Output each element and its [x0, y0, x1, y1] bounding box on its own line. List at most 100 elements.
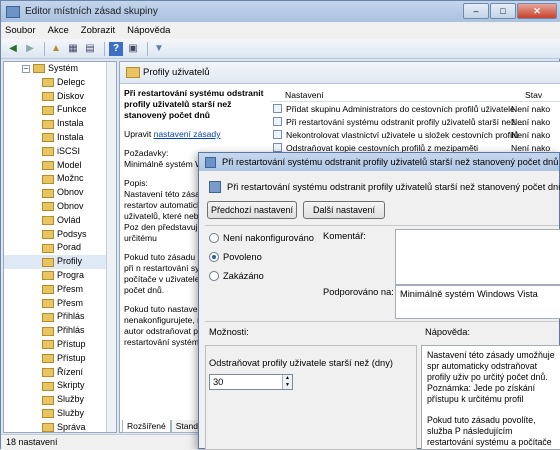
dialog-subtitle: Při restartování systému odstranit profi… [227, 182, 560, 192]
setting-name: Přidat skupinu Administrators do cestovn… [286, 103, 518, 114]
menu-napoveda[interactable]: Nápověda [127, 25, 170, 36]
edit-policy-link[interactable]: nastavení zásady [154, 129, 221, 139]
radio-not-configured-label: Není nakonfigurováno [223, 233, 314, 243]
tree-item[interactable]: Obnov [4, 200, 116, 214]
folder-icon [42, 257, 54, 267]
tree-item[interactable]: Diskov [4, 90, 116, 104]
setting-status: Není nako [511, 116, 551, 127]
tree-item-label: Přesm [57, 297, 84, 308]
tree-item-label: Ovlád [57, 214, 81, 225]
properties-icon[interactable]: ▣ [126, 42, 140, 56]
folder-icon [42, 243, 54, 253]
spin-arrows-icon[interactable]: ▲ ▼ [282, 375, 292, 389]
setting-status: Není nako [511, 103, 551, 114]
folder-icon [33, 64, 45, 74]
list-header: Nastavení Stav [271, 88, 560, 102]
folder-icon [42, 105, 54, 115]
tree-item-label: Skripty [57, 380, 85, 391]
days-spin-input[interactable]: 30 ▲ ▼ [209, 374, 293, 390]
tree-item[interactable]: Přístup [4, 352, 116, 366]
tree-item[interactable]: Správa [4, 421, 116, 432]
tree-item[interactable]: Profily [4, 255, 116, 269]
tree-item[interactable]: Skripty [4, 379, 116, 393]
tree-item-label: Profily [57, 256, 83, 267]
tree-item[interactable]: Řízení [4, 366, 116, 380]
tree-item[interactable]: Funkce [4, 103, 116, 117]
radio-not-configured[interactable]: Není nakonfigurováno [209, 233, 314, 243]
maximize-button[interactable]: □ [490, 3, 516, 19]
tree-item[interactable]: Služby [4, 407, 116, 421]
tree-item[interactable]: Možnc [4, 172, 116, 186]
tree-item[interactable]: Porad [4, 241, 116, 255]
navigation-tree[interactable]: – Systém Delegc Diskov Funkce Instala Instal… [3, 61, 117, 433]
tree-item-label: Diskov [57, 90, 85, 101]
tree-item[interactable]: Přihlás [4, 324, 116, 338]
minimize-button[interactable]: – [463, 3, 489, 19]
folder-icon [42, 298, 54, 308]
tree-item-label: Podsys [57, 228, 87, 239]
dialog-title-bar: Při restartování systému odstranit profi… [199, 153, 559, 171]
tree-item-label: Instala [57, 118, 84, 129]
tree-item[interactable]: iSCSI [4, 145, 116, 159]
radio-enabled[interactable]: Povoleno [209, 252, 262, 262]
menu-soubor[interactable]: Soubor [5, 25, 36, 36]
folder-icon [42, 188, 54, 198]
tree-item[interactable]: Přesm [4, 297, 116, 311]
tree-item[interactable]: Model [4, 159, 116, 173]
tree-scrollbar[interactable] [106, 62, 116, 432]
show-tree-icon[interactable]: ▦ [66, 42, 80, 56]
tree-item[interactable]: Obnov [4, 186, 116, 200]
tree-item-label: Přihlás [57, 311, 85, 322]
close-button[interactable]: ✕ [517, 3, 557, 19]
menu-zobrazit[interactable]: Zobrazit [81, 25, 115, 36]
column-setting[interactable]: Nastavení [271, 90, 324, 100]
menu-akce[interactable]: Akce [48, 25, 69, 36]
filter-icon[interactable]: ▼ [152, 42, 166, 56]
tree-item[interactable]: Přístup [4, 338, 116, 352]
help-icon[interactable]: ? [109, 41, 123, 56]
folder-icon [42, 78, 54, 88]
back-arrow-icon[interactable]: ◀ [6, 42, 20, 56]
list-item[interactable]: Nekontrolovat vlastnictví uživatele u sl… [271, 128, 560, 141]
folder-icon [42, 395, 54, 405]
radio-disabled[interactable]: Zakázáno [209, 271, 264, 281]
tree-item-label: Instala [57, 131, 84, 142]
next-setting-button[interactable]: Další nastavení [303, 201, 385, 219]
folder-icon [126, 67, 140, 78]
tree-item-label: Delegc [57, 76, 86, 87]
pane-header: Profily uživatelů [120, 62, 560, 84]
tree-item-system[interactable]: – Systém [4, 62, 116, 76]
forward-arrow-icon[interactable]: ▶ [23, 42, 37, 56]
supported-label: Podporováno na: [323, 287, 394, 297]
tree-item[interactable]: Podsys [4, 228, 116, 242]
policy-setting-icon [209, 181, 221, 193]
tree-item[interactable]: Ovlád [4, 214, 116, 228]
comment-field[interactable] [395, 229, 560, 285]
comment-label: Komentář: [323, 231, 366, 241]
policy-dialog: Při restartování systému odstranit profi… [198, 152, 560, 450]
radio-off-icon [209, 271, 219, 281]
tree-item-label: Obnov [57, 187, 84, 198]
folder-icon [42, 312, 54, 322]
up-folder-icon[interactable]: ▲ [49, 42, 63, 56]
dialog-subtitle-row: Při restartování systému odstranit profi… [209, 181, 560, 193]
tree-item[interactable]: Delegc [4, 76, 116, 90]
tree-item[interactable]: Služby [4, 393, 116, 407]
tree-item[interactable]: Instala [4, 117, 116, 131]
setting-name: Odstraňovat kopie cestovních profilů z m… [286, 142, 479, 153]
tree-item[interactable]: Instala [4, 131, 116, 145]
folder-icon [42, 91, 54, 101]
list-item[interactable]: Při restartování systému odstranit profi… [271, 115, 560, 128]
folder-icon [42, 354, 54, 364]
list-item[interactable]: Přidat skupinu Administrators do cestovn… [271, 102, 560, 115]
tree-item[interactable]: Přesm [4, 283, 116, 297]
tab-extended[interactable]: Rozšířené [122, 420, 171, 433]
previous-setting-button[interactable]: Předchozí nastavení [207, 201, 297, 219]
column-status[interactable]: Stav [511, 90, 542, 100]
collapse-icon[interactable]: – [22, 64, 30, 73]
policy-icon [205, 156, 216, 168]
tree-item[interactable]: Přihlás [4, 310, 116, 324]
tree-item[interactable]: Progra [4, 269, 116, 283]
export-list-icon[interactable]: ▤ [83, 42, 97, 56]
folder-icon [42, 340, 54, 350]
